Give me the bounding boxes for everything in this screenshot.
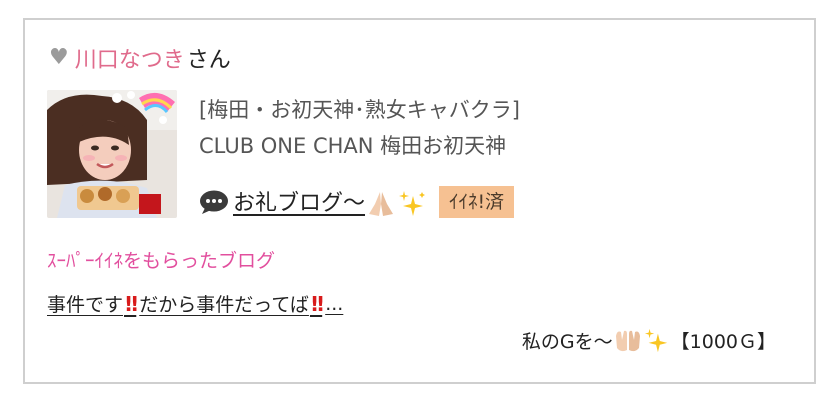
heart-icon: ♥	[49, 45, 69, 70]
user-name[interactable]: 川口なつき	[75, 42, 185, 74]
shop-category: [梅田・お初天神･熟女キャバクラ]	[199, 98, 520, 122]
honorific: さん	[186, 48, 231, 73]
item-1-part3: ...	[325, 292, 344, 315]
raised-hands-icon	[615, 330, 640, 351]
blog-title-link[interactable]: お礼ブログ〜	[233, 185, 427, 218]
sparkles-icon	[399, 191, 426, 216]
double-exclamation-icon: !!	[309, 291, 325, 316]
speech-bubble-icon	[200, 190, 228, 214]
user-header: ♥ 川口なつき さん	[49, 42, 231, 74]
super-like-blog-link-1[interactable]: 事件です!! だから事件だってば!!...	[47, 290, 343, 317]
item-2-text: 私のGを〜	[521, 331, 613, 353]
like-done-badge[interactable]: ｲｲﾈ!済	[439, 185, 515, 218]
super-like-heading: ｽｰﾊﾟｰｲｲﾈをもらったブログ	[47, 250, 276, 272]
super-like-blog-item-2: 私のGを〜 【1000Ｇ】	[522, 327, 776, 354]
shop-info: [梅田・お初天神･熟女キャバクラ] CLUB ONE CHAN 梅田お初天神	[199, 92, 520, 164]
profile-photo[interactable]	[47, 90, 177, 218]
item-2-price: 【1000Ｇ】	[670, 331, 776, 353]
item-1-part1: 事件です	[47, 294, 124, 316]
blog-title: お礼ブログ〜	[233, 191, 366, 216]
sparkles-icon	[644, 328, 667, 352]
item-1-part2: だから事件だってば	[139, 294, 309, 316]
double-exclamation-icon: !!	[124, 291, 139, 316]
blog-card: ♥ 川口なつき さん [梅田・お初天神･熟女キャバクラ] CLUB ONE CH…	[23, 18, 816, 384]
blog-row: お礼ブログ〜 ｲｲﾈ!済	[199, 185, 515, 218]
praying-hands-icon	[369, 192, 394, 216]
shop-name[interactable]: CLUB ONE CHAN 梅田お初天神	[199, 128, 520, 164]
